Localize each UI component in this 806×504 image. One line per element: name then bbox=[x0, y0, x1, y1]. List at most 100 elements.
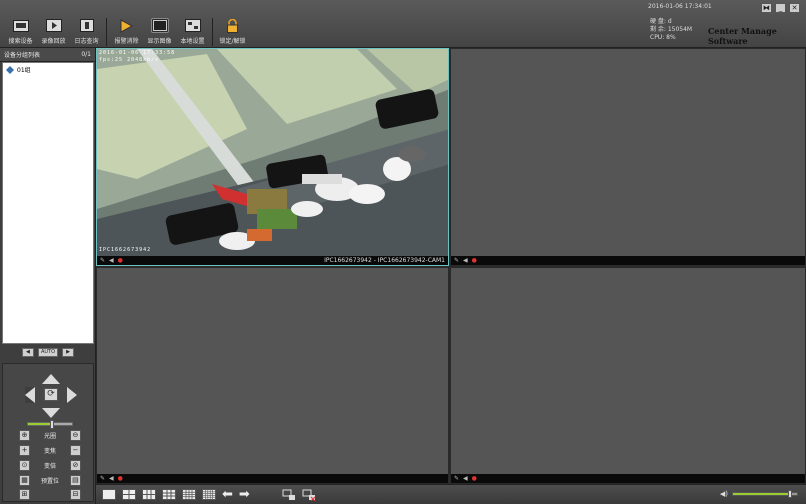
device-list-title: 设备分组列表 bbox=[4, 52, 41, 59]
ptz-speed-slider[interactable] bbox=[27, 420, 73, 429]
ptz-down-arrow-icon[interactable] bbox=[42, 408, 60, 418]
device-list-header: 设备分组列表 0/1 bbox=[0, 48, 95, 62]
edit-icon[interactable]: ✎ bbox=[454, 257, 459, 264]
prev-page-arrow-icon[interactable]: ⬅ bbox=[222, 488, 233, 501]
toolbar-playback[interactable]: 录像回放 bbox=[37, 16, 70, 48]
ptz-dpad: ⟳ bbox=[23, 374, 79, 418]
free-stat: 剩 余: 15054M bbox=[650, 26, 693, 33]
record-icon[interactable]: ● bbox=[118, 475, 123, 482]
toolbar-label: 报警消除 bbox=[114, 38, 139, 45]
next-group-button[interactable]: ▶ bbox=[62, 347, 75, 357]
next-page-arrow-icon[interactable]: ➡ bbox=[239, 488, 250, 501]
toolbar-display-image[interactable]: 显示图像 bbox=[143, 16, 176, 48]
video-grid: 2016-01-06 17:33:58 fps:25 2048kb/s IPC1… bbox=[96, 48, 806, 484]
preset-set-button[interactable]: ▦ bbox=[19, 474, 30, 486]
device-tree: 01组 bbox=[2, 62, 94, 344]
camera-image bbox=[97, 49, 448, 256]
toolbar-local-settings[interactable]: 本地设置 bbox=[176, 16, 209, 48]
record-icon[interactable]: ● bbox=[118, 257, 123, 264]
video-cell-statusbar: ✎ ◀ ● IPC1662673942 - IPC1662673942-CAM1 bbox=[97, 256, 448, 265]
ptz-right-arrow-icon[interactable] bbox=[67, 387, 77, 403]
close-button[interactable]: ✕ bbox=[789, 3, 800, 13]
group-icon bbox=[6, 65, 14, 74]
osd-camera-name: IPC1662673942 bbox=[99, 247, 152, 253]
device-count: 0/1 bbox=[81, 51, 91, 58]
toolbar-lock[interactable]: 锁定/解锁 bbox=[216, 16, 249, 48]
toolbar-label: 本地设置 bbox=[180, 38, 205, 45]
title-bar: 搜索设备 录像回放 日志查询 报警消除 显示图像 本地设置 锁定/解锁 2016… bbox=[0, 0, 806, 48]
brand-title: Center Manage Software bbox=[708, 26, 777, 46]
ptz-auto-button[interactable]: ⟳ bbox=[44, 388, 58, 401]
ptz-extra-left-button[interactable]: ⊞ bbox=[19, 488, 30, 500]
bottom-toolbar: ⬅ ➡ ◀) bbox=[96, 484, 806, 504]
layout-6-icon bbox=[143, 490, 155, 499]
focus-out-button[interactable]: − bbox=[69, 444, 81, 456]
ptz-panel: ⟳ ⊕ 光圈 ⊖ + 变焦 − ⊙ 变倍 ⊘ ▦ 预置位 ▤ ⊞ ⊟ bbox=[2, 363, 94, 502]
network-icon[interactable] bbox=[282, 489, 296, 501]
lock-icon bbox=[224, 18, 242, 33]
device-sidebar: 设备分组列表 0/1 01组 ◀ AUTO ▶ ⟳ ⊕ 光圈 ⊖ + 变焦 − … bbox=[0, 48, 96, 504]
speaker-icon[interactable]: ◀ bbox=[463, 475, 468, 482]
edit-icon[interactable]: ✎ bbox=[100, 475, 105, 482]
volume-slider[interactable] bbox=[732, 490, 798, 498]
preset-call-button[interactable]: ▤ bbox=[69, 474, 81, 486]
network-disconnect-icon[interactable] bbox=[302, 489, 316, 501]
ptz-speed-knob[interactable] bbox=[50, 420, 55, 429]
layout-9-icon bbox=[163, 490, 175, 499]
toolbar-label: 搜索设备 bbox=[8, 38, 33, 45]
toolbar-label: 锁定/解锁 bbox=[219, 38, 246, 45]
speaker-icon[interactable]: ◀ bbox=[109, 475, 114, 482]
iris-open-button[interactable]: ⊕ bbox=[19, 429, 30, 441]
window-controls: ⧓ _ ✕ bbox=[761, 3, 800, 13]
volume-icon[interactable]: ◀) bbox=[720, 490, 728, 498]
restore-button[interactable]: ⧓ bbox=[761, 3, 772, 13]
ptz-extra-right-button[interactable]: ⊟ bbox=[70, 488, 81, 500]
toolbar-search-device[interactable]: 搜索设备 bbox=[4, 16, 37, 48]
zoom-in-button[interactable]: ⊙ bbox=[19, 459, 30, 471]
video-cell-1[interactable]: 2016-01-06 17:33:58 fps:25 2048kb/s IPC1… bbox=[96, 48, 449, 266]
ptz-row-label: 预置位 bbox=[40, 477, 59, 485]
layout-6-button[interactable] bbox=[142, 489, 156, 500]
datetime-display: 2016-01-06 17:34:01 bbox=[648, 3, 712, 10]
ptz-row-focus: + 变焦 − bbox=[19, 444, 81, 456]
osd-stream-info: fps:25 2048kb/s bbox=[99, 57, 160, 63]
layout-9-button[interactable] bbox=[162, 489, 176, 500]
prev-group-button[interactable]: ◀ bbox=[21, 347, 34, 357]
ptz-speed-fill bbox=[28, 423, 53, 425]
volume-knob[interactable] bbox=[787, 490, 792, 498]
layout-25-button[interactable] bbox=[202, 489, 216, 500]
minimize-button[interactable]: _ bbox=[775, 3, 786, 13]
focus-in-button[interactable]: + bbox=[19, 444, 30, 456]
toolbar-log[interactable]: 日志查询 bbox=[70, 16, 103, 48]
iris-close-button[interactable]: ⊖ bbox=[69, 429, 81, 441]
toolbar-separator bbox=[212, 18, 213, 46]
auto-cycle-button[interactable]: AUTO bbox=[37, 347, 59, 357]
edit-icon[interactable]: ✎ bbox=[100, 257, 105, 264]
layout-1-icon bbox=[103, 490, 115, 499]
video-cell-4[interactable]: ✎ ◀ ● bbox=[450, 267, 806, 484]
layout-1-button[interactable] bbox=[102, 489, 116, 500]
speaker-icon[interactable]: ◀ bbox=[463, 257, 468, 264]
ptz-left-arrow-icon[interactable] bbox=[25, 387, 35, 403]
video-cell-statusbar: ✎ ◀ ● bbox=[451, 474, 805, 483]
record-icon[interactable]: ● bbox=[472, 475, 477, 482]
cpu-stat: CPU: 8% bbox=[650, 34, 676, 41]
layout-4-icon bbox=[123, 490, 135, 499]
layout-25-icon bbox=[203, 490, 215, 499]
speaker-icon[interactable]: ◀ bbox=[109, 257, 114, 264]
ptz-up-arrow-icon[interactable] bbox=[42, 374, 60, 384]
ptz-row-label: 变焦 bbox=[43, 447, 56, 455]
record-icon[interactable]: ● bbox=[472, 257, 477, 264]
video-cell-2[interactable]: ✎ ◀ ● bbox=[450, 48, 806, 266]
layout-4-button[interactable] bbox=[122, 489, 136, 500]
ptz-row-label: 光圈 bbox=[43, 432, 56, 440]
toolbar-label: 录像回放 bbox=[41, 38, 66, 45]
edit-icon[interactable]: ✎ bbox=[454, 475, 459, 482]
toolbar-alarm-clear[interactable]: 报警消除 bbox=[110, 16, 143, 48]
zoom-out-button[interactable]: ⊘ bbox=[69, 459, 81, 471]
tree-item-group[interactable]: 01组 bbox=[3, 63, 93, 76]
layout-16-button[interactable] bbox=[182, 489, 196, 500]
ptz-row-zoom: ⊙ 变倍 ⊘ bbox=[19, 459, 81, 471]
video-cell-statusbar: ✎ ◀ ● bbox=[451, 256, 805, 265]
video-cell-3[interactable]: ✎ ◀ ● bbox=[96, 267, 449, 484]
